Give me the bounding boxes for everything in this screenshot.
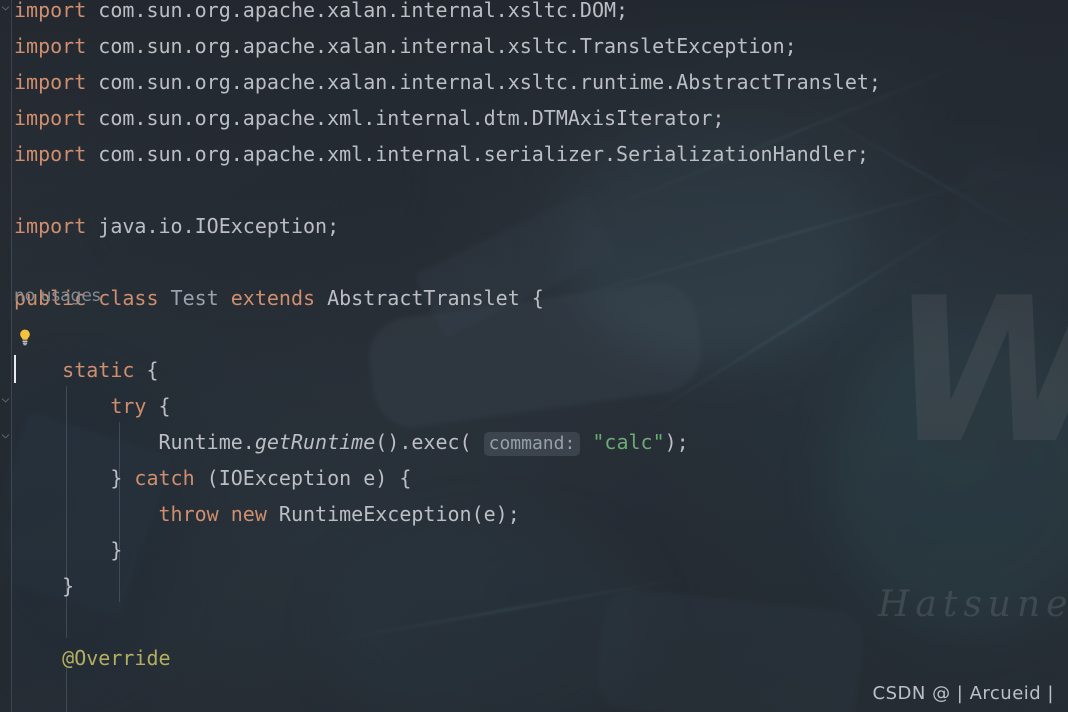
code-token: Test (170, 286, 219, 310)
code-token: { (146, 394, 171, 418)
code-line[interactable]: import com.sun.org.apache.xalan.internal… (14, 28, 797, 64)
code-line[interactable]: } (14, 568, 74, 604)
code-token: import (14, 214, 87, 238)
code-token: ); (664, 430, 689, 454)
code-token: try (110, 394, 147, 418)
code-token: catch (134, 466, 195, 490)
code-editor[interactable]: W Hatsune import com.sun.org.apache.xala… (0, 0, 1068, 712)
code-line[interactable]: } catch (IOException e) { (14, 460, 411, 496)
code-token: import (14, 0, 87, 22)
code-token: } (14, 466, 135, 490)
code-line[interactable]: Runtime.getRuntime().exec( command: "cal… (14, 424, 689, 460)
code-line[interactable]: import com.sun.org.apache.xalan.internal… (14, 64, 881, 100)
code-token: import (14, 70, 87, 94)
code-text-area[interactable]: import com.sun.org.apache.xalan.internal… (0, 0, 1068, 712)
code-token: getRuntime (254, 430, 376, 454)
code-token: com.sun.org.apache.xml.internal.serializ… (86, 142, 869, 166)
text-caret (14, 355, 16, 383)
lightbulb-icon[interactable] (16, 328, 34, 346)
code-token: ().exec( (375, 430, 484, 454)
code-line[interactable]: import com.sun.org.apache.xalan.internal… (14, 0, 628, 28)
code-token: com.sun.org.apache.xalan.internal.xsltc.… (86, 70, 881, 94)
code-token: "calc" (592, 430, 665, 454)
code-token: com.sun.org.apache.xalan.internal.xsltc.… (86, 34, 797, 58)
inlay-hint-command[interactable]: command: (483, 432, 581, 456)
code-token: import (14, 34, 87, 58)
code-token: } (14, 538, 123, 562)
csdn-watermark: CSDN @ | Arcueid | (872, 683, 1054, 704)
code-line[interactable]: import com.sun.org.apache.xml.internal.s… (14, 136, 869, 172)
code-token: throw new (158, 502, 267, 526)
code-token: com.sun.org.apache.xalan.internal.xsltc.… (86, 0, 629, 22)
code-line[interactable]: } (14, 532, 122, 568)
code-token: java.io.IOException; (86, 214, 340, 238)
code-token: AbstractTranslet { (315, 286, 544, 310)
code-token: RuntimeException(e); (266, 502, 520, 526)
code-token: extends (230, 286, 316, 310)
code-token: static (62, 358, 135, 382)
code-token: Runtime. (14, 430, 255, 454)
code-token: { (134, 358, 159, 382)
code-token: import (14, 142, 87, 166)
code-token: (IOException e) { (194, 466, 412, 490)
code-line[interactable]: static { (14, 352, 159, 388)
code-line[interactable]: try { (14, 388, 171, 424)
code-line[interactable]: import com.sun.org.apache.xml.internal.d… (14, 100, 724, 136)
code-token: } (14, 574, 75, 598)
code-token: com.sun.org.apache.xml.internal.dtm.DTMA… (86, 106, 725, 130)
code-vision-no-usages[interactable]: no usages (14, 282, 101, 310)
code-token: @Override (62, 646, 171, 670)
code-token: import (14, 106, 87, 130)
code-line[interactable]: import java.io.IOException; (14, 208, 339, 244)
code-line[interactable]: @Override (14, 640, 171, 676)
code-line[interactable]: throw new RuntimeException(e); (14, 496, 520, 532)
